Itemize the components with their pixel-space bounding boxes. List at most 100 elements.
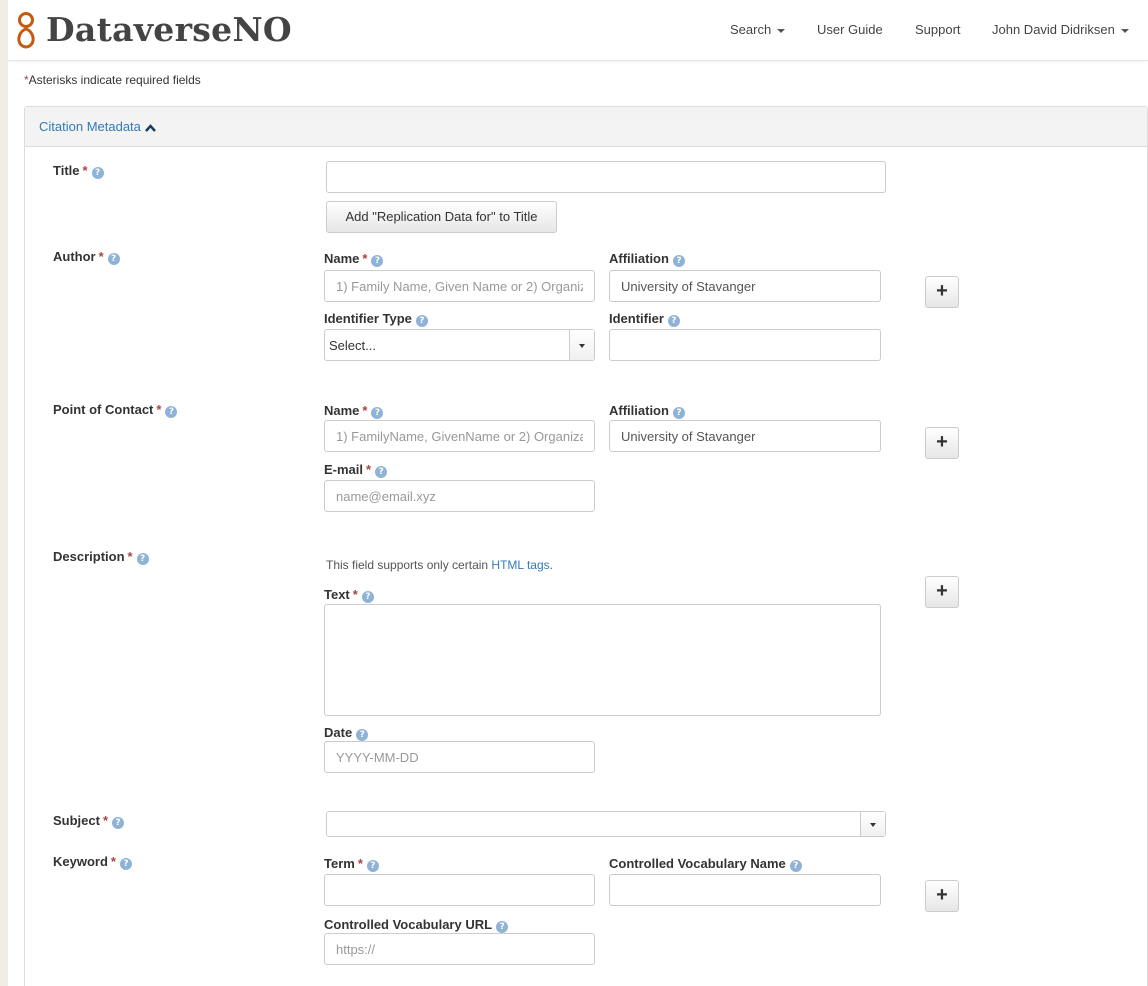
question-circle-icon[interactable]: ? xyxy=(789,860,802,872)
required-asterisk: * xyxy=(357,856,363,871)
html-tags-note-text: This field supports only certain xyxy=(326,558,492,572)
caret-down-icon xyxy=(777,28,786,33)
dropdown-toggle[interactable] xyxy=(860,812,885,836)
question-circle-icon[interactable]: ? xyxy=(375,466,388,478)
citation-metadata-panel: Citation Metadata Title *? Add "Replicati… xyxy=(24,106,1148,986)
author-affiliation-label-text: Affiliation xyxy=(609,251,669,266)
brand[interactable]: DataverseNO xyxy=(14,8,292,52)
html-tags-link[interactable]: HTML tags xyxy=(491,558,549,572)
title-label: Title *? xyxy=(53,163,104,179)
add-keyword-button[interactable]: + xyxy=(925,880,959,912)
description-label-text: Description xyxy=(53,549,125,564)
nav-user-label: John David Didriksen xyxy=(992,22,1115,37)
vocab-name-label: Controlled Vocabulary Name? xyxy=(609,856,802,872)
subject-label-text: Subject xyxy=(53,813,100,828)
add-contact-button[interactable]: + xyxy=(925,427,959,459)
nav-search[interactable]: Search xyxy=(730,22,786,37)
author-label: Author *? xyxy=(53,249,120,265)
identifier-type-label-text: Identifier Type xyxy=(324,311,412,326)
question-circle-icon[interactable]: ? xyxy=(119,858,132,870)
vocab-name-label-text: Controlled Vocabulary Name xyxy=(609,856,786,871)
contact-affiliation-label: Affiliation? xyxy=(609,403,685,419)
author-affiliation-label: Affiliation? xyxy=(609,251,685,267)
nav-user-menu[interactable]: John David Didriksen xyxy=(992,22,1129,37)
date-label: Date? xyxy=(324,725,369,741)
contact-name-label-text: Name xyxy=(324,403,360,418)
html-tags-note: This field supports only certain HTML ta… xyxy=(326,558,553,572)
vocab-url-label: Controlled Vocabulary URL? xyxy=(324,917,509,933)
question-circle-icon[interactable]: ? xyxy=(107,253,120,265)
question-circle-icon[interactable]: ? xyxy=(361,591,374,603)
required-asterisk: * xyxy=(366,462,372,477)
author-name-input[interactable] xyxy=(324,270,595,302)
question-circle-icon[interactable]: ? xyxy=(112,817,125,829)
email-label-text: E-mail xyxy=(324,462,364,477)
dropdown-toggle[interactable] xyxy=(569,330,594,360)
question-circle-icon[interactable]: ? xyxy=(667,315,680,327)
nav-user-guide[interactable]: User Guide xyxy=(817,22,883,37)
question-circle-icon[interactable]: ? xyxy=(415,315,428,327)
required-asterisk: * xyxy=(102,813,109,828)
keyword-term-input[interactable] xyxy=(324,874,595,906)
identifier-input[interactable] xyxy=(609,329,881,361)
add-description-button[interactable]: + xyxy=(925,576,959,608)
nav-search-label: Search xyxy=(730,22,772,37)
question-circle-icon[interactable]: ? xyxy=(136,553,149,565)
question-circle-icon[interactable]: ? xyxy=(356,729,369,741)
required-asterisk: * xyxy=(362,403,368,418)
description-textarea[interactable] xyxy=(324,604,881,716)
panel-header: Citation Metadata xyxy=(25,107,1147,147)
identifier-type-select[interactable]: Select... xyxy=(324,329,595,361)
nav-support[interactable]: Support xyxy=(915,22,961,37)
description-label: Description *? xyxy=(53,549,149,565)
citation-metadata-toggle[interactable]: Citation Metadata xyxy=(39,119,156,134)
brand-name: DataverseNO xyxy=(46,10,292,49)
question-circle-icon[interactable]: ? xyxy=(496,921,509,933)
author-affiliation-input[interactable] xyxy=(609,270,881,302)
question-circle-icon[interactable]: ? xyxy=(165,406,178,418)
term-label: Term *? xyxy=(324,856,379,872)
caret-down-icon xyxy=(1120,28,1129,33)
contact-affiliation-input[interactable] xyxy=(609,420,881,452)
dataverse-logo-icon xyxy=(17,12,35,49)
email-input[interactable] xyxy=(324,480,595,512)
required-asterisk: * xyxy=(82,163,88,178)
html-tags-note-end: . xyxy=(549,558,554,572)
add-replication-data-button[interactable]: Add "Replication Data for" to Title xyxy=(326,201,557,233)
required-asterisk: * xyxy=(110,854,116,869)
subject-select[interactable] xyxy=(326,811,886,837)
add-author-button[interactable]: + xyxy=(925,276,959,308)
navbar: DataverseNO Search User Guide Support Jo… xyxy=(8,0,1148,61)
required-asterisk: * xyxy=(98,249,104,264)
required-asterisk: * xyxy=(352,587,358,602)
contact-name-label: Name *? xyxy=(324,403,384,419)
date-input[interactable] xyxy=(324,741,595,773)
question-circle-icon[interactable]: ? xyxy=(366,860,379,872)
contact-affiliation-label-text: Affiliation xyxy=(609,403,669,418)
author-label-text: Author xyxy=(53,249,96,264)
contact-name-input[interactable] xyxy=(324,420,595,452)
caret-down-icon xyxy=(579,344,585,348)
required-fields-note: *Asterisks indicate required fields xyxy=(24,73,201,87)
title-input[interactable] xyxy=(326,161,886,193)
required-note-text: Asterisks indicate required fields xyxy=(28,73,201,87)
date-label-text: Date xyxy=(324,725,353,740)
question-circle-icon[interactable]: ? xyxy=(672,407,685,419)
email-label: E-mail *? xyxy=(324,462,388,478)
panel-title: Citation Metadata xyxy=(39,119,141,134)
identifier-type-value: Select... xyxy=(329,338,376,353)
point-of-contact-label: Point of Contact *? xyxy=(53,402,178,418)
keyword-label-text: Keyword xyxy=(53,854,108,869)
question-circle-icon[interactable]: ? xyxy=(91,167,104,179)
subject-label: Subject *? xyxy=(53,813,125,829)
term-label-text: Term xyxy=(324,856,355,871)
vocab-name-input[interactable] xyxy=(609,874,881,906)
chevron-up-icon xyxy=(144,123,156,132)
vocab-url-input[interactable] xyxy=(324,933,595,965)
nav-support-label: Support xyxy=(915,22,961,37)
description-text-label-text: Text xyxy=(324,587,350,602)
identifier-label-text: Identifier xyxy=(609,311,664,326)
question-circle-icon[interactable]: ? xyxy=(371,255,384,267)
question-circle-icon[interactable]: ? xyxy=(672,255,685,267)
question-circle-icon[interactable]: ? xyxy=(371,407,384,419)
